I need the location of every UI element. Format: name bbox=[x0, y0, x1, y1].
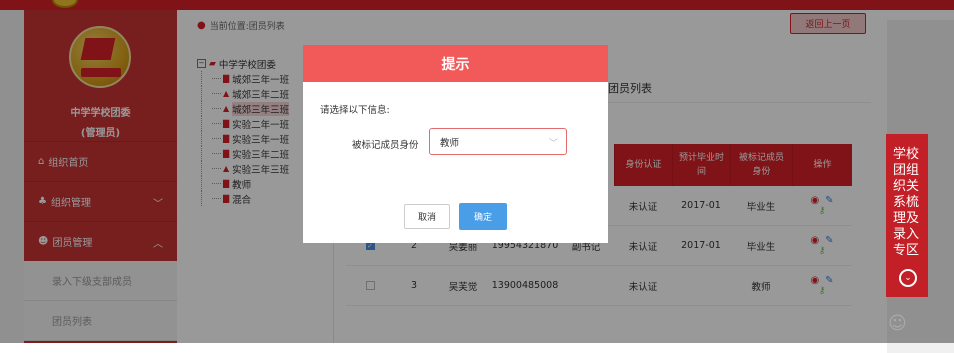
chevron-down-icon: ﹀ bbox=[548, 139, 558, 149]
chevron-down-circle-icon[interactable]: ⌄ bbox=[899, 269, 917, 287]
user-card-icon[interactable]: ☺ bbox=[888, 313, 920, 343]
dialog-title: 提示 bbox=[303, 45, 608, 82]
float-panel[interactable]: 学校团组织关系梳理及录入专区 ⌄ bbox=[886, 134, 928, 297]
identity-field-label: 被标记成员身份 bbox=[352, 140, 419, 151]
identity-select-value: 教师 bbox=[440, 137, 460, 149]
float-panel-text: 学校团组织关系梳理及录入专区 bbox=[893, 147, 920, 258]
confirm-button[interactable]: 确定 bbox=[459, 203, 507, 230]
identity-select[interactable]: 教师 ﹀ bbox=[429, 128, 567, 155]
prompt-dialog: 提示 请选择以下信息: 被标记成员身份 教师 ﹀ 取消 确定 bbox=[303, 45, 608, 243]
dialog-message: 请选择以下信息: bbox=[320, 105, 390, 116]
cancel-button[interactable]: 取消 bbox=[404, 204, 450, 229]
